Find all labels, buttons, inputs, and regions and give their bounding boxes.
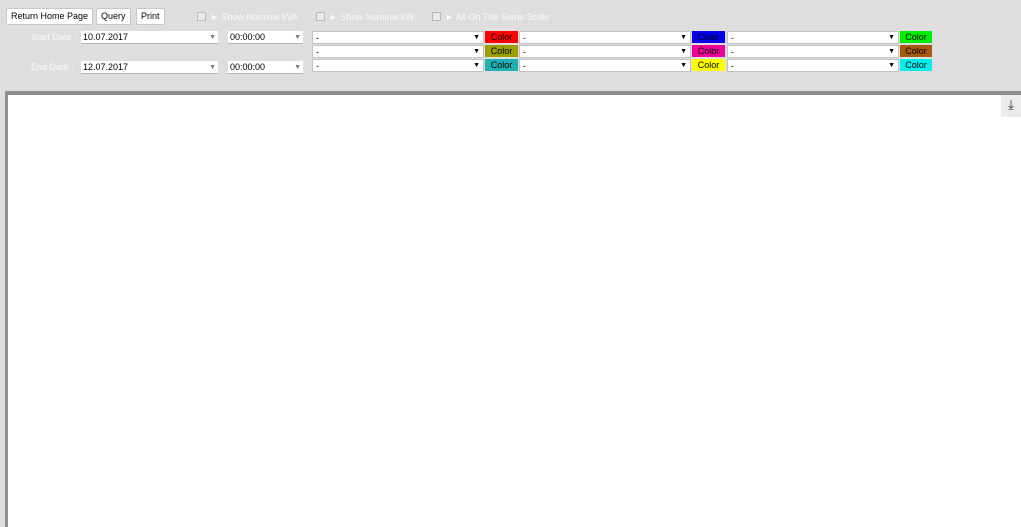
chevron-down-icon[interactable]: ▼ — [209, 61, 216, 74]
same-scale-label: ► All On The Same Scale — [445, 12, 550, 22]
same-scale-checkbox[interactable]: ► All On The Same Scale — [432, 11, 549, 23]
color-picker-4[interactable]: Color — [485, 45, 518, 57]
download-icon[interactable]: ⤓ — [1001, 95, 1021, 117]
channel-select-6[interactable]: - ▼ — [727, 45, 899, 58]
channel-select-value: - — [731, 47, 734, 57]
return-home-button[interactable]: Return Home Page — [6, 8, 94, 25]
channel-select-value: - — [316, 33, 319, 43]
show-nominal-kw-label: ► Show Nominal kW — [329, 12, 414, 22]
chevron-down-icon: ▼ — [473, 48, 480, 55]
checkbox-icon — [432, 12, 441, 21]
color-picker-7[interactable]: Color — [485, 59, 518, 71]
chevron-down-icon: ▼ — [680, 62, 687, 69]
chevron-down-icon: ▼ — [888, 48, 895, 55]
end-date-input[interactable]: 12.07.2017 ▼ — [81, 61, 218, 74]
start-date-input[interactable]: 10.07.2017 ▼ — [81, 31, 218, 44]
show-nominal-kva-checkbox[interactable]: ► Show Nominal kVA — [197, 11, 298, 23]
checkbox-icon — [316, 12, 325, 21]
print-button[interactable]: Print — [136, 8, 165, 25]
chevron-down-icon: ▼ — [888, 62, 895, 69]
chevron-down-icon: ▼ — [888, 34, 895, 41]
channel-select-value: - — [316, 61, 319, 71]
start-time-input[interactable]: 00:00:00 ▼ — [228, 31, 303, 44]
chevron-down-icon: ▼ — [680, 48, 687, 55]
channel-select-2[interactable]: - ▼ — [519, 31, 691, 44]
channel-select-value: - — [316, 47, 319, 57]
channel-select-7[interactable]: - ▼ — [312, 59, 484, 72]
channel-select-value: - — [523, 61, 526, 71]
end-date-label: End Date : — [31, 62, 74, 72]
chevron-down-icon[interactable]: ▼ — [294, 31, 301, 44]
channel-select-4[interactable]: - ▼ — [312, 45, 484, 58]
channel-select-1[interactable]: - ▼ — [312, 31, 484, 44]
chevron-down-icon: ▼ — [680, 34, 687, 41]
checkbox-icon — [197, 12, 206, 21]
color-picker-9[interactable]: Color — [900, 59, 932, 71]
channel-select-value: - — [731, 33, 734, 43]
channel-select-9[interactable]: - ▼ — [727, 59, 899, 72]
channel-select-3[interactable]: - ▼ — [727, 31, 899, 44]
color-picker-3[interactable]: Color — [900, 31, 932, 43]
channel-select-5[interactable]: - ▼ — [519, 45, 691, 58]
color-picker-1[interactable]: Color — [485, 31, 518, 43]
chevron-down-icon[interactable]: ▼ — [209, 31, 216, 44]
chevron-down-icon: ▼ — [473, 62, 480, 69]
color-picker-8[interactable]: Color — [692, 59, 725, 71]
show-nominal-kva-label: ► Show Nominal kVA — [210, 12, 298, 22]
color-picker-6[interactable]: Color — [900, 45, 932, 57]
chevron-down-icon: ▼ — [473, 34, 480, 41]
chart-area — [5, 91, 1021, 527]
show-nominal-kw-checkbox[interactable]: ► Show Nominal kW — [316, 11, 414, 23]
channel-select-value: - — [523, 33, 526, 43]
start-date-label: Start Date : — [31, 32, 77, 42]
color-picker-2[interactable]: Color — [692, 31, 725, 43]
end-date-value: 12.07.2017 — [83, 62, 129, 72]
end-time-value: 00:00:00 — [230, 62, 266, 72]
start-time-value: 00:00:00 — [230, 32, 266, 42]
chevron-down-icon[interactable]: ▼ — [294, 61, 301, 74]
channel-select-8[interactable]: - ▼ — [519, 59, 691, 72]
color-picker-5[interactable]: Color — [692, 45, 725, 57]
channel-select-value: - — [523, 47, 526, 57]
end-time-input[interactable]: 00:00:00 ▼ — [228, 61, 303, 74]
start-date-value: 10.07.2017 — [83, 32, 129, 42]
channel-select-value: - — [731, 61, 734, 71]
query-button[interactable]: Query — [96, 8, 131, 25]
